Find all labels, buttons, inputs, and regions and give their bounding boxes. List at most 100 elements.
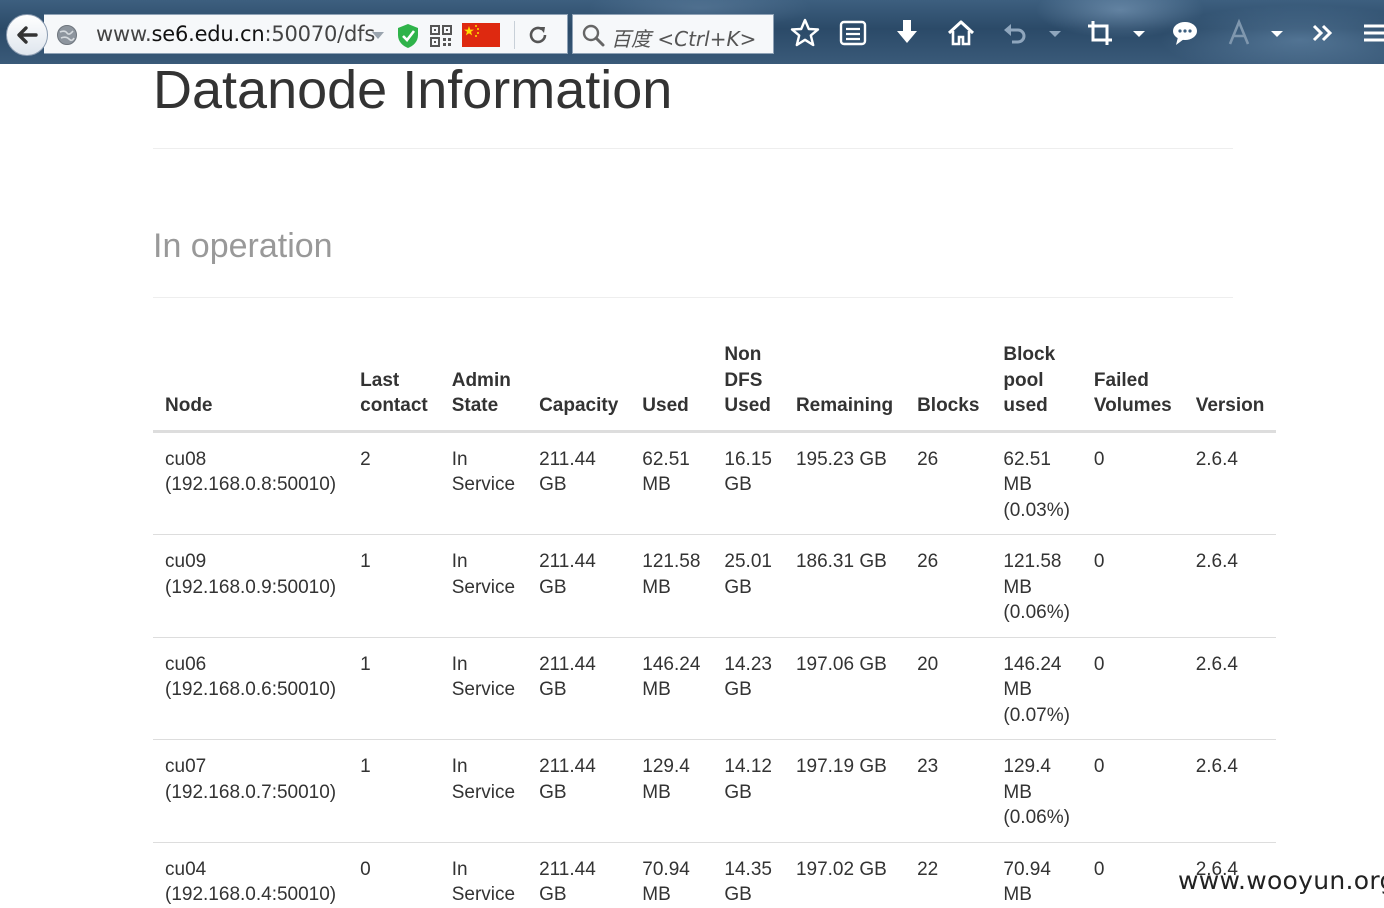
cell-used: 146.24 MB — [630, 636, 713, 740]
table-row: cu07 (192.168.0.7:50010) 1 In Service 211.… — [153, 739, 1277, 842]
cell-node: cu09 (192.168.0.9:50010) — [153, 534, 349, 637]
browser-toolbar: www.se6.edu.cn:50070/dfs 百度 <Ctrl+K> — [0, 0, 1384, 64]
header-non-dfs-used[interactable]: Non DFS Used — [712, 336, 784, 433]
cell-block-pool-used: 129.4 MB (0.06%) — [991, 739, 1082, 842]
cell-version: 2.6.4 — [1195, 448, 1238, 470]
header-used[interactable]: Used — [630, 336, 713, 433]
cell-last-contact: 2 — [360, 448, 371, 470]
search-bar[interactable]: 百度 <Ctrl+K> — [572, 14, 774, 54]
cell-blocks: 26 — [905, 534, 992, 637]
list-icon[interactable] — [838, 18, 868, 48]
cell-block-pool-used: 146.24 MB (0.07%) — [991, 636, 1082, 740]
undo-icon[interactable] — [1000, 18, 1030, 48]
search-icon — [582, 24, 605, 47]
datanode-table: Node Last contact Admin State Capacity Use… — [153, 336, 1277, 908]
table-row: cu08 (192.168.0.8:50010) 2 In Service 211.… — [153, 431, 1276, 535]
cell-block-pool-used: 62.51 MB (0.03%) — [1003, 448, 1070, 521]
cell-capacity: 211.44 GB — [527, 841, 631, 908]
star-icon[interactable] — [790, 18, 820, 48]
cell-capacity: 211.44 GB — [527, 636, 631, 740]
address-bar[interactable]: www.se6.edu.cn:50070/dfs — [44, 14, 568, 54]
dropdown-triangle-icon[interactable] — [370, 27, 386, 43]
cell-non-dfs-used: 16.15 GB — [724, 448, 772, 496]
crop-icon[interactable] — [1085, 18, 1115, 48]
cell-node: cu06 (192.168.0.6:50010) — [153, 636, 349, 740]
cell-non-dfs-used: 25.01 GB — [712, 534, 784, 637]
url-prefix: www. — [96, 22, 152, 46]
table-row: cu09 (192.168.0.9:50010) 1 In Service 211.… — [153, 534, 1277, 637]
cell-remaining: 197.19 GB — [783, 739, 906, 842]
cell-failed-volumes: 0 — [1081, 636, 1184, 740]
cell-blocks: 20 — [905, 636, 992, 740]
cell-remaining: 186.31 GB — [783, 534, 906, 637]
undo-dropdown-icon[interactable] — [1040, 18, 1070, 48]
cell-node: cu04 (192.168.0.4:50010) — [153, 841, 349, 908]
cell-non-dfs-used: 14.23 GB — [712, 636, 784, 740]
cell-last-contact: 0 — [348, 841, 440, 908]
url-separator — [514, 21, 515, 49]
cell-admin-state: In Service — [439, 534, 528, 637]
crop-dropdown-icon[interactable] — [1124, 18, 1154, 48]
cell-remaining: 197.02 GB — [783, 841, 906, 908]
extension-icon[interactable] — [1224, 18, 1254, 48]
cell-remaining: 197.06 GB — [783, 636, 906, 740]
url-host: se6.edu.cn — [151, 22, 265, 46]
cell-version: 2.6.4 — [1183, 739, 1277, 842]
china-flag-icon[interactable] — [462, 23, 500, 47]
cell-used: 129.4 MB — [630, 739, 713, 842]
cell-admin-state: In Service — [439, 841, 528, 908]
header-failed-volumes[interactable]: Failed Volumes — [1081, 336, 1184, 433]
cell-used: 70.94 MB — [630, 841, 713, 908]
cell-failed-volumes: 0 — [1081, 841, 1184, 908]
url-text[interactable]: www.se6.edu.cn:50070/dfs — [96, 22, 375, 46]
header-admin-state[interactable]: Admin State — [439, 336, 528, 433]
table-row: cu06 (192.168.0.6:50010) 1 In Service 211.… — [153, 636, 1277, 740]
cell-version: 2.6.4 — [1183, 636, 1277, 740]
qr-code-icon[interactable] — [430, 25, 452, 47]
cell-failed-volumes: 0 — [1081, 739, 1184, 842]
section-title: In operation — [153, 227, 333, 265]
home-icon[interactable] — [946, 18, 976, 48]
header-capacity[interactable]: Capacity — [527, 336, 631, 433]
cell-used: 121.58 MB — [630, 534, 713, 637]
cell-last-contact: 1 — [348, 636, 440, 740]
table-row: cu04 (192.168.0.4:50010) 0 In Service 211.… — [153, 841, 1277, 908]
header-node[interactable]: Node — [153, 336, 349, 433]
header-remaining[interactable]: Remaining — [783, 336, 906, 433]
back-button[interactable] — [6, 14, 48, 56]
header-blocks[interactable]: Blocks — [905, 336, 992, 433]
chat-bubble-icon[interactable] — [1170, 18, 1200, 48]
header-last-contact[interactable]: Last contact — [348, 336, 440, 433]
cell-non-dfs-used: 14.35 GB — [712, 841, 784, 908]
cell-non-dfs-used: 14.12 GB — [712, 739, 784, 842]
cell-block-pool-used: 121.58 MB (0.06%) — [991, 534, 1082, 637]
cell-blocks: 22 — [905, 841, 992, 908]
cell-capacity: 211.44 GB — [527, 534, 631, 637]
cell-admin-state: In Service — [451, 448, 516, 496]
cell-remaining: 195.23 GB — [795, 448, 887, 470]
back-arrow-icon — [17, 26, 38, 44]
table-header-row: Node Last contact Admin State Capacity Use… — [153, 336, 1277, 433]
cell-last-contact: 1 — [348, 739, 440, 842]
cell-blocks: 26 — [917, 448, 939, 470]
chevron-double-right-icon[interactable] — [1308, 18, 1338, 48]
cell-used: 62.51 MB — [642, 448, 690, 496]
reload-icon[interactable] — [526, 23, 550, 47]
hamburger-menu-icon[interactable] — [1360, 18, 1384, 48]
cell-node: cu07 (192.168.0.7:50010) — [153, 739, 349, 842]
section-divider — [153, 297, 1233, 298]
shield-check-icon[interactable] — [396, 23, 420, 49]
page-title: Datanode Information — [153, 60, 673, 120]
cell-version: 2.6.4 — [1183, 534, 1277, 637]
extension-dropdown-icon[interactable] — [1262, 18, 1292, 48]
cell-failed-volumes: 0 — [1093, 448, 1105, 470]
download-arrow-icon[interactable] — [892, 18, 922, 48]
globe-icon — [57, 25, 77, 45]
cell-block-pool-used: 70.94 MB — [991, 841, 1082, 908]
watermark: www.wooyun.org — [1178, 866, 1384, 895]
header-version[interactable]: Version — [1183, 336, 1277, 433]
cell-failed-volumes: 0 — [1081, 534, 1184, 637]
search-placeholder: 百度 <Ctrl+K> — [611, 27, 757, 51]
cell-node: cu08 (192.168.0.8:50010) — [165, 448, 337, 496]
header-block-pool-used[interactable]: Block pool used — [991, 336, 1082, 433]
